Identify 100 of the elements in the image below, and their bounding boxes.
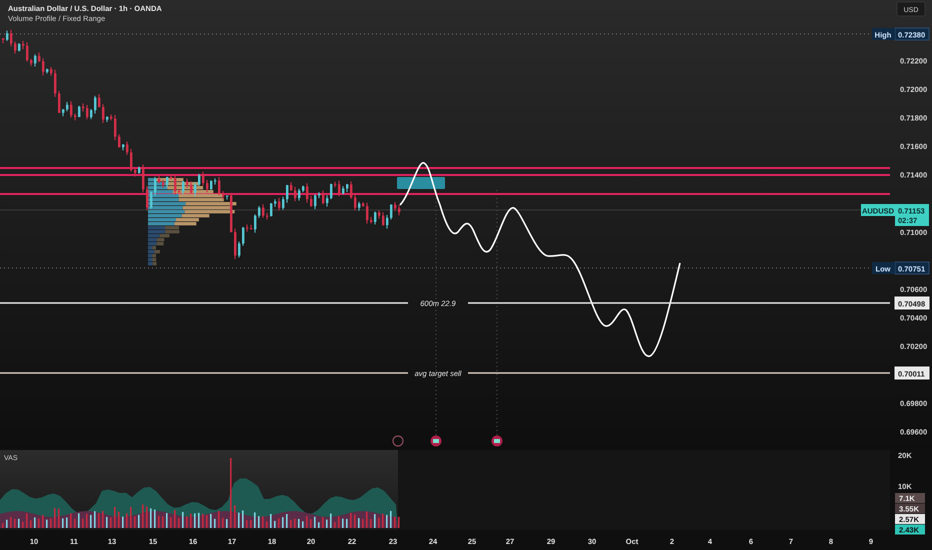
candle — [138, 166, 140, 174]
candle — [186, 178, 188, 188]
candle — [238, 241, 240, 258]
candle — [54, 69, 56, 98]
candle — [90, 108, 92, 120]
candle — [74, 112, 76, 121]
candle — [178, 188, 180, 194]
candle — [158, 174, 160, 184]
candle — [290, 182, 292, 192]
candle — [10, 29, 12, 47]
candle — [310, 195, 312, 208]
candle — [58, 90, 60, 114]
candle — [358, 201, 360, 212]
candle — [314, 194, 316, 210]
candle — [106, 116, 108, 122]
candle — [98, 94, 100, 108]
candle — [142, 164, 144, 193]
candle — [382, 212, 384, 226]
candle — [86, 104, 88, 120]
candle — [94, 95, 96, 114]
candle — [386, 214, 388, 230]
candle — [318, 192, 320, 199]
candle — [2, 38, 4, 44]
candle — [298, 188, 300, 202]
candle — [266, 212, 268, 220]
candle — [274, 198, 276, 208]
candle — [218, 176, 220, 196]
candle — [34, 54, 36, 67]
flag-icon[interactable] — [430, 436, 442, 446]
candle — [302, 185, 304, 193]
candle — [282, 196, 284, 210]
candle — [242, 226, 244, 246]
candle — [322, 190, 324, 205]
candle — [150, 190, 152, 210]
candle — [202, 171, 204, 186]
candle — [154, 176, 156, 196]
candle — [30, 58, 32, 66]
candle — [110, 114, 112, 121]
candle — [254, 214, 256, 234]
candle — [162, 179, 164, 188]
candle — [70, 100, 72, 118]
candle — [330, 183, 332, 200]
candle — [230, 192, 232, 233]
candle — [126, 141, 128, 156]
candle — [342, 186, 344, 195]
candle — [306, 182, 308, 204]
candle — [362, 202, 364, 208]
candle — [26, 42, 28, 62]
candle — [130, 148, 132, 172]
candle — [6, 30, 8, 42]
candle — [346, 183, 348, 192]
candle — [394, 202, 396, 212]
candle — [182, 180, 184, 195]
candle — [174, 174, 176, 196]
candle — [294, 186, 296, 202]
lightning-icon[interactable] — [392, 435, 404, 447]
candle — [66, 101, 68, 112]
candle — [374, 211, 376, 225]
candle — [214, 178, 216, 186]
candle — [234, 228, 236, 260]
candle — [286, 184, 288, 204]
candle — [370, 216, 372, 224]
candle — [18, 42, 20, 52]
candle — [338, 180, 340, 197]
candle — [278, 197, 280, 211]
candle — [102, 104, 104, 124]
candle — [166, 176, 168, 188]
candle — [354, 194, 356, 211]
candle — [262, 204, 264, 218]
candle — [62, 108, 64, 117]
candle — [258, 206, 260, 218]
candle — [114, 114, 116, 141]
candle — [398, 204, 400, 216]
candle — [122, 144, 124, 151]
candle — [246, 224, 248, 232]
candle — [38, 52, 40, 62]
candle — [210, 180, 212, 190]
candle — [206, 179, 208, 193]
candle — [46, 68, 48, 74]
candle — [378, 210, 380, 220]
candle — [78, 105, 80, 118]
candle — [190, 180, 192, 194]
candle — [334, 181, 336, 188]
candle — [170, 174, 172, 180]
candle — [50, 66, 52, 76]
candle — [14, 40, 16, 54]
candle — [366, 202, 368, 224]
candle — [350, 180, 352, 200]
candle — [226, 195, 228, 200]
candle — [198, 173, 200, 186]
candle — [146, 186, 148, 211]
candle — [82, 102, 84, 112]
candle — [250, 224, 252, 230]
candle — [194, 182, 196, 197]
candle — [22, 40, 24, 50]
candle — [118, 134, 120, 148]
candle — [326, 194, 328, 208]
price-label-box — [397, 177, 445, 189]
flag-icon[interactable] — [492, 436, 502, 446]
candle — [42, 58, 44, 76]
